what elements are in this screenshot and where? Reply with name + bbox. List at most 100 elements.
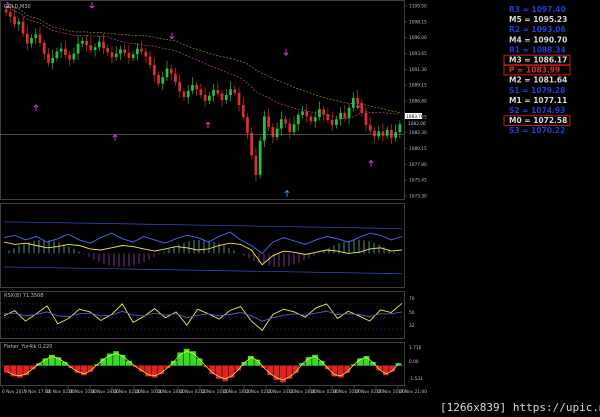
price-tick-label: 1080.15 bbox=[409, 146, 427, 152]
price-tick-label: 1073.30 bbox=[409, 194, 427, 200]
pivot-level-label: M0 = 1072.58 bbox=[509, 116, 567, 125]
candle-body bbox=[246, 117, 249, 133]
fractal-up-arrow-icon bbox=[368, 159, 374, 167]
candle-body bbox=[275, 128, 279, 138]
candle-body bbox=[157, 75, 160, 84]
candle-body bbox=[216, 90, 220, 94]
candle-body bbox=[212, 90, 215, 96]
candle-body bbox=[114, 53, 118, 58]
candle-body bbox=[110, 52, 114, 58]
fisher-histogram bbox=[0, 348, 404, 383]
candle-body bbox=[279, 119, 283, 129]
candle-body bbox=[13, 16, 16, 25]
oscillator-line bbox=[3, 241, 403, 266]
price-tick-label: 1077.80 bbox=[409, 162, 427, 168]
candle-body bbox=[136, 48, 139, 55]
price-tick-label: 1100.50 bbox=[409, 4, 427, 10]
candle-body bbox=[165, 68, 169, 78]
oscillator-1 bbox=[3, 221, 403, 275]
candle-body bbox=[106, 47, 110, 53]
rsx-tick-label: 50 bbox=[409, 310, 415, 316]
band-line bbox=[3, 221, 403, 229]
candle-body bbox=[398, 124, 402, 133]
candle-body bbox=[199, 89, 203, 96]
pivot-level-label: P = 1083.99 bbox=[509, 66, 560, 75]
candle-body bbox=[178, 82, 182, 92]
candle-body bbox=[224, 95, 228, 100]
candle-body bbox=[76, 43, 80, 54]
candle-body bbox=[313, 117, 317, 122]
candle-body bbox=[30, 37, 33, 44]
trading-chart-window[interactable]: 1100.50 1098.15 1096.00 1093.65 1091.30 1089.… bbox=[0, 0, 600, 417]
candle-body bbox=[254, 155, 258, 175]
fractal-up-arrow-icon bbox=[284, 189, 290, 197]
rsx-line bbox=[3, 302, 403, 332]
fractal-up-arrow-icon bbox=[205, 121, 211, 129]
price-tick-label: 1093.65 bbox=[409, 51, 427, 57]
candle-body bbox=[322, 109, 326, 115]
candle-body bbox=[8, 12, 12, 17]
candle-body bbox=[356, 97, 359, 103]
fractal-down-arrow-icon bbox=[283, 49, 289, 56]
candle-body bbox=[59, 48, 63, 52]
fractal-down-arrow-icon bbox=[169, 32, 175, 40]
candle-body bbox=[347, 107, 351, 118]
candle-body bbox=[148, 56, 152, 66]
candle-body bbox=[72, 53, 76, 60]
rsx-tick-label: 32 bbox=[409, 323, 415, 329]
candle-body bbox=[140, 48, 143, 52]
candle-body bbox=[241, 104, 245, 118]
price-tick-label: 1091.30 bbox=[409, 67, 427, 73]
candle-body bbox=[80, 40, 84, 44]
candle-body bbox=[51, 57, 55, 63]
pivot-level-label: R2 = 1093.06 bbox=[509, 25, 566, 34]
pivot-level-label: M1 = 1077.11 bbox=[509, 96, 567, 105]
price-tick-label: 1075.45 bbox=[409, 178, 427, 184]
candle-body bbox=[394, 132, 398, 138]
candle-body bbox=[263, 116, 266, 141]
candle-body bbox=[152, 65, 156, 76]
candle-body bbox=[343, 112, 347, 118]
price-pane-frame bbox=[0, 0, 405, 200]
fractal-down-arrow-icon bbox=[89, 1, 95, 9]
candle-body bbox=[229, 89, 232, 96]
candle-body bbox=[207, 95, 211, 101]
candle-body bbox=[169, 68, 173, 74]
candle-body bbox=[186, 90, 190, 98]
price-candles bbox=[0, 1, 404, 197]
fisher-tick-label: 1.716 bbox=[409, 345, 422, 351]
rsx-tick-label: 70 bbox=[409, 296, 415, 302]
fisher-tick-label: 0.00 bbox=[409, 359, 419, 365]
candle-body bbox=[305, 111, 309, 117]
candle-body bbox=[368, 124, 372, 131]
candle-body bbox=[182, 91, 186, 98]
candle-body bbox=[127, 52, 131, 58]
pivot-level-label: R3 = 1097.40 bbox=[509, 5, 566, 14]
candle-body bbox=[390, 129, 393, 138]
candle-body bbox=[377, 131, 381, 137]
fisher-tick-label: -1.531 bbox=[409, 376, 423, 382]
candle-body bbox=[288, 123, 292, 133]
pivot-level-label: M4 = 1090.70 bbox=[509, 35, 567, 44]
candle-body bbox=[237, 92, 241, 105]
fisher-bar bbox=[4, 365, 10, 373]
rsx-label: RSX(8) 71.3508 bbox=[4, 293, 43, 299]
candle-body bbox=[292, 124, 296, 133]
candle-body bbox=[161, 77, 165, 84]
candle-body bbox=[233, 89, 237, 93]
fractal-up-arrow-icon bbox=[33, 104, 39, 111]
candle-body bbox=[25, 33, 29, 44]
candle-body bbox=[102, 41, 105, 48]
chart-canvas[interactable]: 1100.50 1098.15 1096.00 1093.65 1091.30 1089.… bbox=[0, 0, 600, 417]
candle-body bbox=[34, 34, 38, 38]
time-tick-label: 17 Nov 21:00 bbox=[398, 389, 427, 395]
candle-body bbox=[64, 48, 67, 56]
candle-body bbox=[119, 49, 122, 54]
pivot-level-label: R1 = 1088.34 bbox=[509, 45, 566, 54]
symbol-label: GOLD,M30 bbox=[4, 4, 31, 10]
candle-body bbox=[373, 130, 376, 137]
candle-body bbox=[301, 111, 304, 115]
candle-body bbox=[385, 129, 389, 136]
pivot-level-label: S3 = 1070.22 bbox=[509, 126, 565, 135]
current-price-label: 1083.76 bbox=[406, 114, 424, 120]
